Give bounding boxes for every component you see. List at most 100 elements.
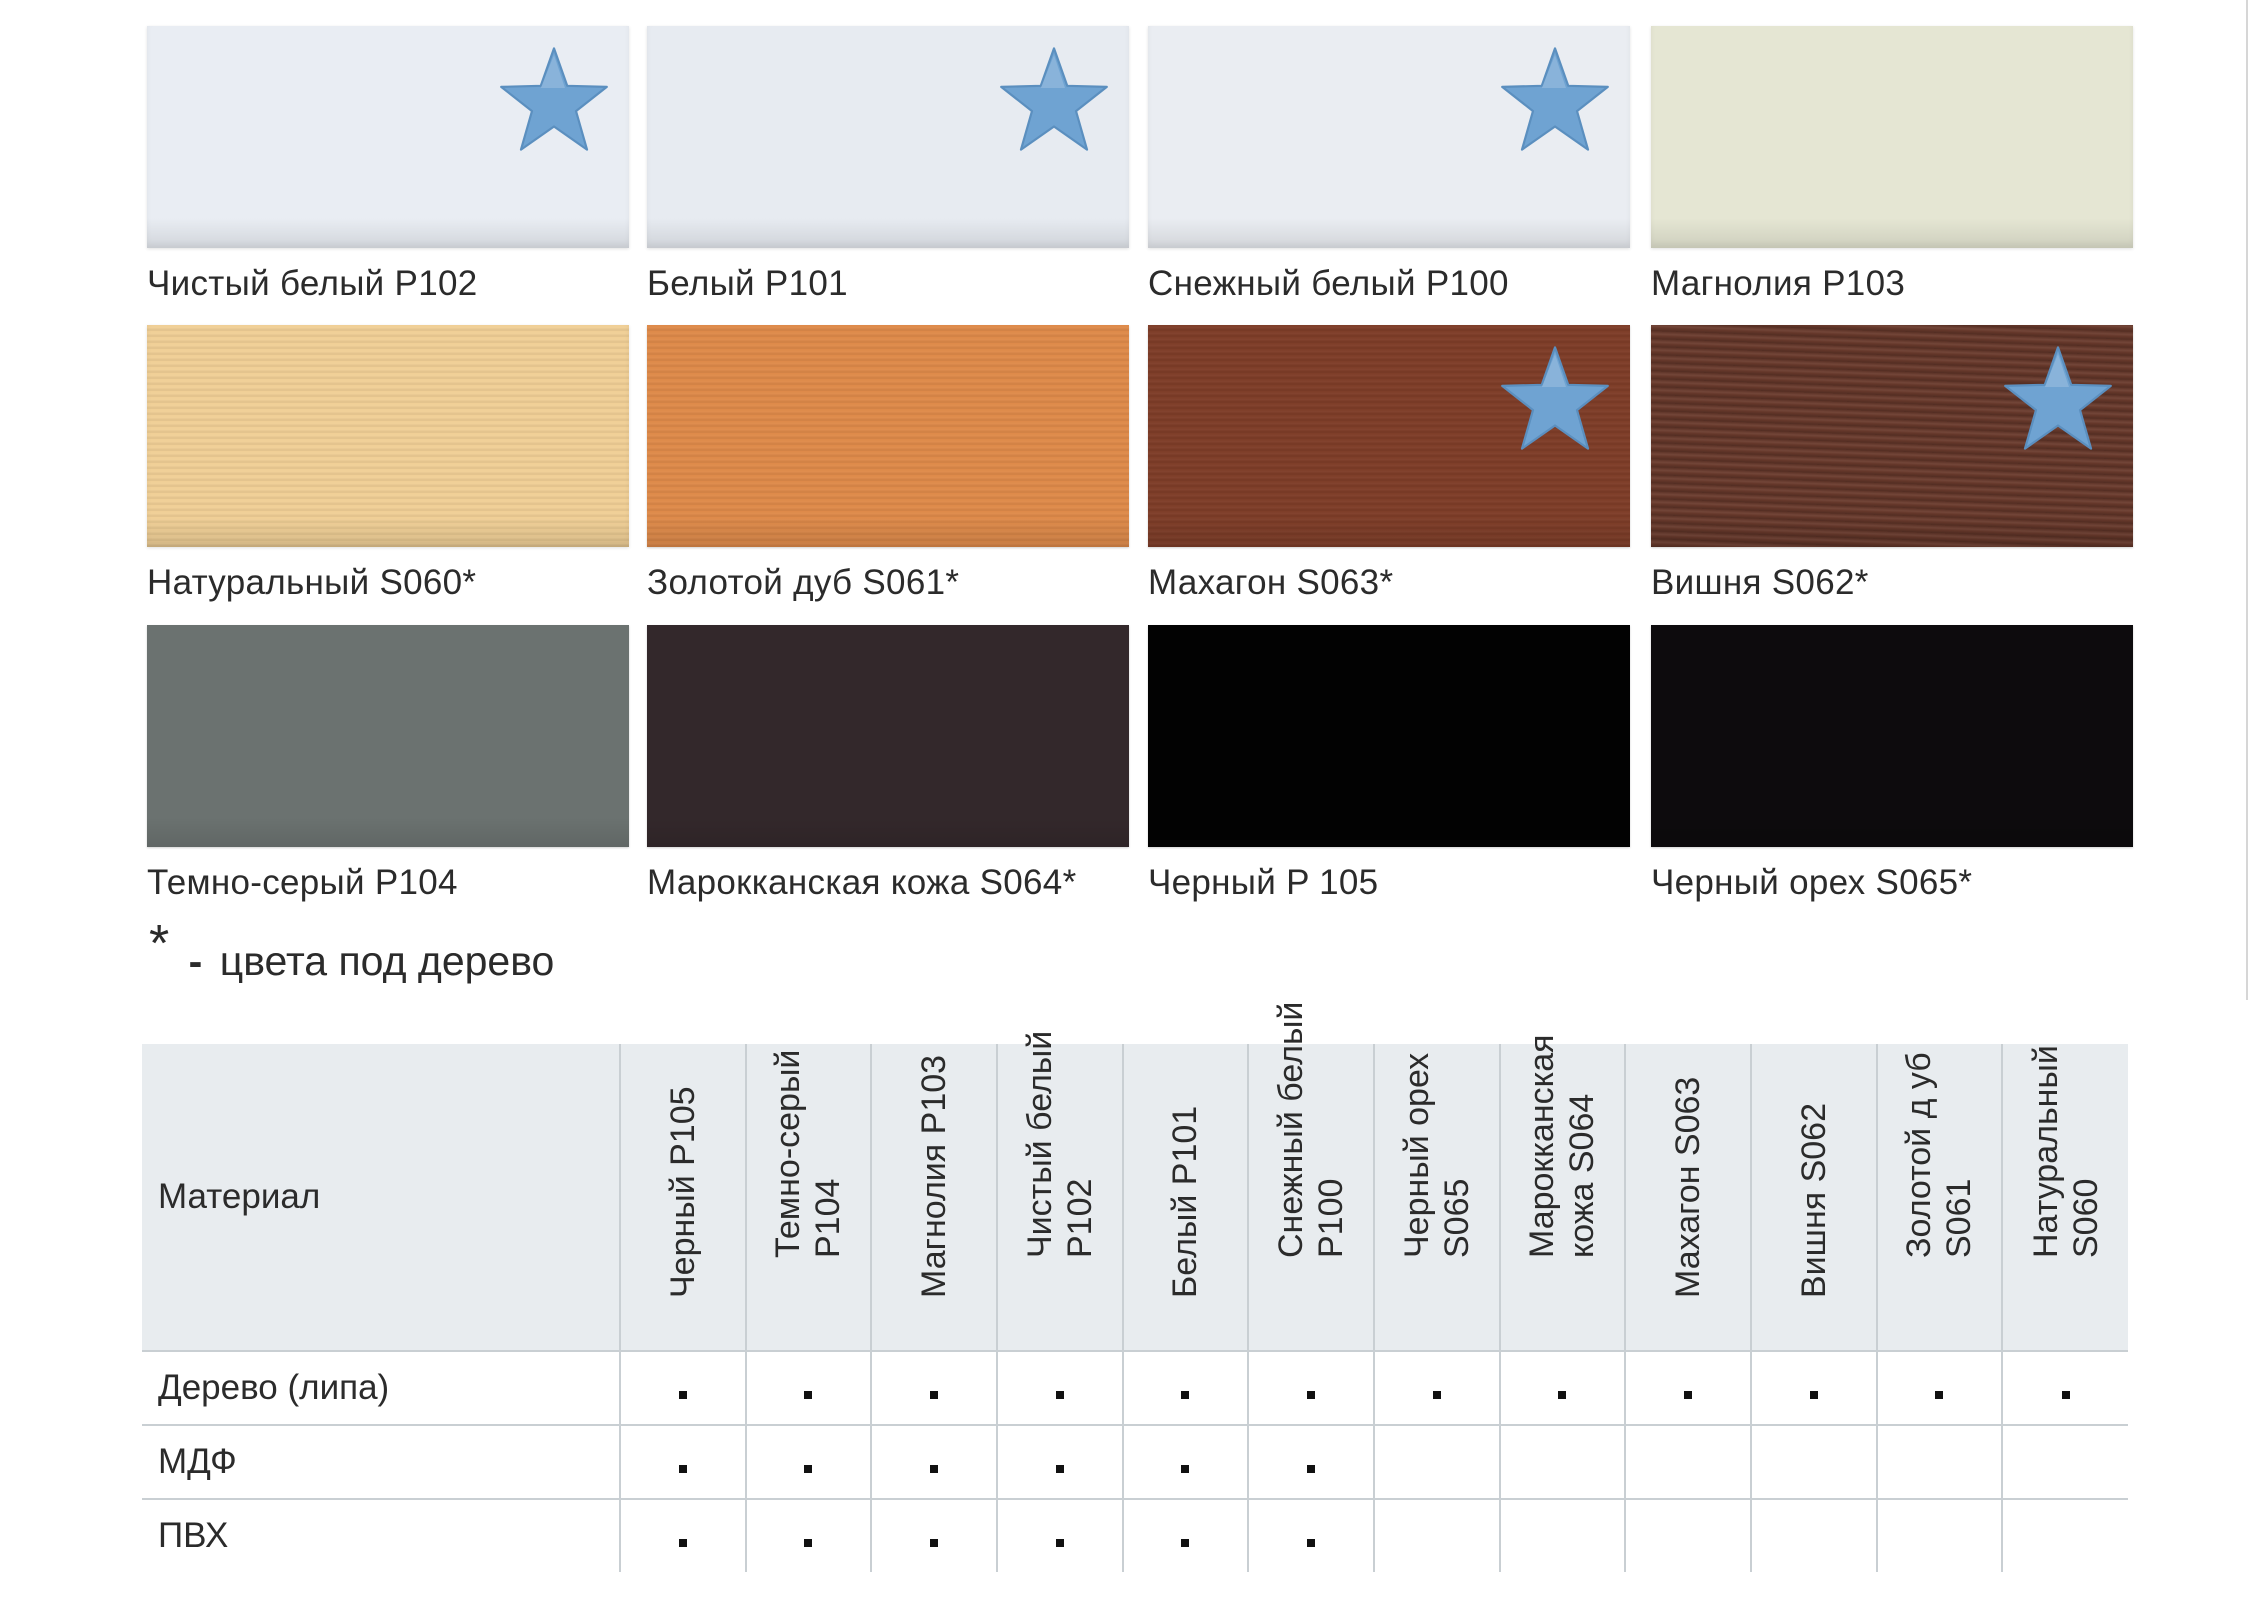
swatch-label: Марокканская кожа S064* — [647, 863, 1077, 902]
color-column-label: Магнолия P103 — [915, 1054, 954, 1298]
availability-mark — [1055, 1464, 1064, 1473]
color-column-label: Черный орех S065 — [1397, 1052, 1476, 1258]
color-swatch: Магнолия P103 — [1651, 26, 2133, 306]
star-icon — [500, 47, 608, 151]
availability-cell — [1749, 1424, 1877, 1499]
color-column-label: Черный P105 — [663, 1086, 702, 1298]
availability-cell — [1121, 1498, 1249, 1572]
availability-cell — [1372, 1350, 1500, 1425]
chip-edge-shade — [647, 817, 1129, 847]
availability-mark — [1307, 1464, 1316, 1473]
swatch-label: Белый P101 — [647, 264, 848, 303]
table-row: ПВХ — [142, 1498, 2128, 1572]
swatch-label: Натуральный S060* — [147, 563, 477, 602]
color-chip — [647, 26, 1129, 248]
material-color-table: Материал Черный P105 Темно-серый P104 Магн… — [142, 1002, 2128, 1572]
color-chip — [1148, 625, 1630, 847]
availability-cell — [619, 1350, 746, 1425]
availability-mark — [804, 1538, 813, 1547]
availability-cell — [744, 1424, 872, 1499]
availability-cell — [1749, 1350, 1877, 1425]
availability-cell — [619, 1498, 746, 1572]
availability-mark — [2061, 1390, 2070, 1399]
swatch-label: Вишня S062* — [1651, 563, 1869, 602]
availability-cell — [995, 1350, 1123, 1425]
color-chip — [147, 325, 629, 547]
availability-mark — [804, 1390, 813, 1399]
color-swatch: Черный орех S065* — [1651, 625, 2133, 905]
wood-colors-footnote: * - цвета под дерево — [149, 915, 555, 988]
swatch-label: Чистый белый P102 — [147, 264, 478, 303]
page-edge-rule — [2246, 0, 2248, 1000]
color-chip — [647, 325, 1129, 547]
chip-edge-shade — [1148, 517, 1630, 547]
availability-cell — [619, 1424, 746, 1499]
availability-cell — [744, 1498, 872, 1572]
availability-cell — [744, 1350, 872, 1425]
availability-mark — [804, 1464, 813, 1473]
color-chip — [1651, 26, 2133, 248]
availability-cell — [2001, 1498, 2128, 1572]
availability-mark — [1055, 1538, 1064, 1547]
color-column-header: Белый P101 — [1121, 1044, 1249, 1351]
availability-mark — [1558, 1390, 1567, 1399]
table-body: Дерево (липа) МДФ ПВХ — [142, 1350, 2128, 1572]
chip-edge-shade — [647, 218, 1129, 248]
color-chip — [1651, 625, 2133, 847]
swatch-label: Снежный белый P100 — [1148, 264, 1509, 303]
wood-grain-texture — [647, 325, 1129, 547]
material-name-cell: ПВХ — [142, 1498, 620, 1572]
color-swatch: Снежный белый P100 — [1148, 26, 1630, 306]
star-icon — [1501, 47, 1609, 151]
footnote-text: цвета под дерево — [219, 938, 555, 984]
chip-edge-shade — [1651, 517, 2133, 547]
color-swatch: Чистый белый P102 — [147, 26, 629, 306]
color-column-label: Натуральный S060 — [2026, 1045, 2105, 1258]
color-column-header: Снежный белый P100 — [1247, 1002, 1374, 1351]
color-column-header: Темно-серый P104 — [744, 1044, 872, 1351]
material-name-cell: МДФ — [142, 1424, 620, 1499]
color-column-header: Марокканская кожа S064 — [1498, 1034, 1626, 1351]
availability-mark — [1684, 1390, 1693, 1399]
color-chip — [1651, 325, 2133, 547]
footnote-asterisk: * — [149, 915, 170, 973]
availability-mark — [930, 1464, 939, 1473]
chip-edge-shade — [147, 517, 629, 547]
availability-cell — [1749, 1498, 1877, 1572]
table-header-row: Материал Черный P105 Темно-серый P104 Магн… — [142, 1002, 2128, 1351]
availability-cell — [1247, 1350, 1374, 1425]
color-column-label: Темно-серый P104 — [769, 1049, 848, 1258]
availability-cell — [2001, 1424, 2128, 1499]
color-swatch: Вишня S062* — [1651, 325, 2133, 605]
material-name-cell: Дерево (липа) — [142, 1350, 620, 1425]
color-column-header: Вишня S062 — [1749, 1044, 1877, 1351]
color-swatch: Золотой дуб S061* — [647, 325, 1129, 605]
chip-edge-shade — [147, 218, 629, 248]
table-row: МДФ — [142, 1424, 2128, 1499]
color-swatch: Марокканская кожа S064* — [647, 625, 1129, 905]
chip-edge-shade — [647, 517, 1129, 547]
color-chip — [647, 625, 1129, 847]
availability-mark — [1307, 1390, 1316, 1399]
swatch-label: Золотой дуб S061* — [647, 563, 960, 602]
availability-cell — [1121, 1350, 1249, 1425]
color-swatch: Темно-серый P104 — [147, 625, 629, 905]
availability-mark — [930, 1538, 939, 1547]
color-swatch: Черный P 105 — [1148, 625, 1630, 905]
availability-mark — [1055, 1390, 1064, 1399]
wood-grain-texture — [147, 325, 629, 547]
chip-edge-shade — [1651, 817, 2133, 847]
availability-cell — [995, 1498, 1123, 1572]
availability-cell — [1121, 1424, 1249, 1499]
swatch-label: Черный P 105 — [1148, 863, 1379, 902]
color-column-label: Золотой д уб S061 — [1900, 1052, 1979, 1258]
color-column-label: Вишня S062 — [1794, 1103, 1833, 1298]
availability-cell — [1372, 1498, 1500, 1572]
color-column-header: Натуральный S060 — [2001, 1044, 2128, 1351]
availability-cell — [870, 1498, 997, 1572]
availability-mark — [1432, 1390, 1441, 1399]
availability-mark — [678, 1390, 687, 1399]
color-chip — [147, 625, 629, 847]
availability-cell — [1624, 1424, 1751, 1499]
chip-edge-shade — [147, 817, 629, 847]
